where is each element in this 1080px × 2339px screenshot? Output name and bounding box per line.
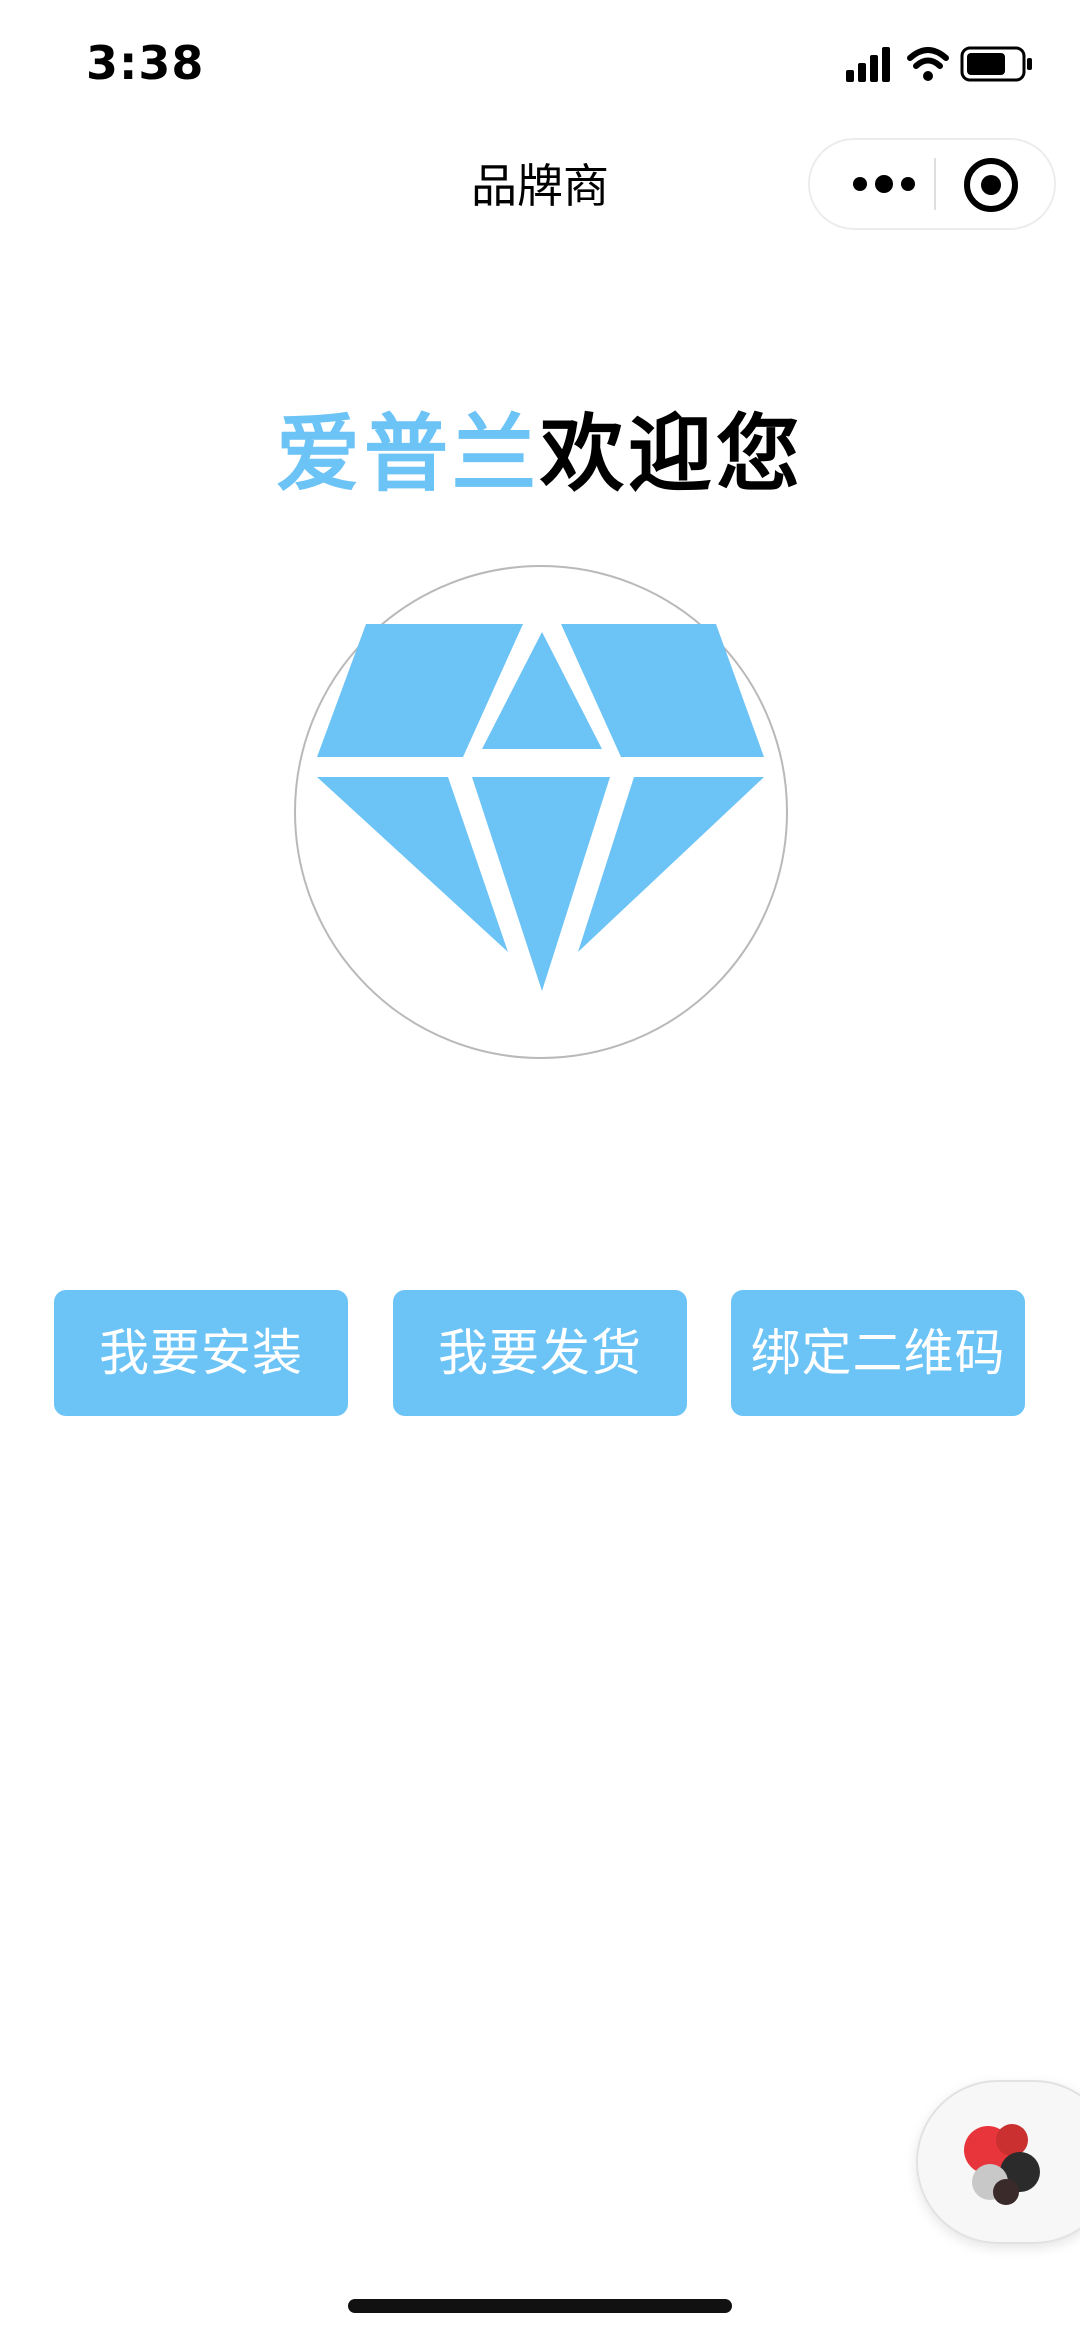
battery-icon — [960, 46, 1032, 82]
welcome-greeting: 欢迎您 — [540, 405, 805, 503]
miniprogram-capsule — [808, 138, 1056, 230]
status-icons — [840, 42, 1040, 86]
welcome-heading: 爱普兰欢迎您 — [0, 404, 1080, 504]
assistant-icon — [964, 2124, 1040, 2205]
ship-button[interactable]: 我要发货 — [393, 1290, 687, 1416]
page: 3:38 品牌商 爱普兰欢迎您 我要安装 我要发货 绑定二维码 — [0, 0, 1080, 2339]
more-icon[interactable] — [838, 140, 930, 228]
capsule-divider — [934, 158, 936, 210]
home-indicator — [348, 2299, 732, 2313]
action-buttons: 我要安装 我要发货 绑定二维码 — [54, 1290, 1026, 1416]
close-miniprogram-icon[interactable] — [960, 154, 1022, 216]
diamond-icon — [317, 624, 764, 991]
brand-name: 爱普兰 — [275, 405, 540, 503]
floating-assistant-button[interactable] — [916, 2080, 1080, 2244]
signal-icon — [846, 47, 890, 82]
status-time: 3:38 — [86, 36, 205, 90]
wifi-icon — [907, 47, 949, 81]
brand-logo — [294, 565, 788, 1059]
bind-qrcode-button[interactable]: 绑定二维码 — [731, 1290, 1025, 1416]
install-button[interactable]: 我要安装 — [54, 1290, 348, 1416]
